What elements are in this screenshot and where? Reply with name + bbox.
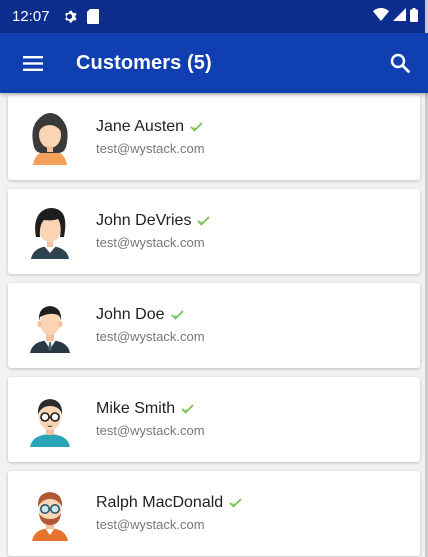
search-button[interactable] — [372, 33, 428, 93]
status-bar: 12:07 — [0, 0, 428, 33]
status-right-icons — [373, 7, 418, 26]
verified-check-icon — [197, 215, 211, 227]
customer-text: Jane Austen test@wystack.com — [96, 118, 205, 156]
signal-icon — [393, 8, 406, 25]
male-glasses-avatar — [30, 399, 70, 447]
wifi-icon — [373, 8, 389, 25]
menu-button[interactable] — [0, 33, 62, 93]
status-time: 12:07 — [12, 8, 50, 25]
customer-email: test@wystack.com — [96, 517, 205, 532]
battery-icon — [410, 7, 418, 26]
customer-text: Ralph MacDonald test@wystack.com — [96, 494, 243, 532]
gear-icon — [62, 9, 77, 24]
customer-card[interactable]: John DeVries test@wystack.com — [8, 189, 420, 274]
customer-name: Ralph MacDonald — [96, 494, 224, 511]
customer-email: test@wystack.com — [96, 423, 205, 438]
sd-card-icon — [86, 9, 99, 24]
customer-name: Mike Smith — [96, 400, 176, 417]
customer-text: John DeVries test@wystack.com — [96, 212, 211, 250]
menu-icon — [23, 55, 43, 71]
page-title: Customers (5) — [76, 51, 212, 74]
customer-card[interactable]: John Doe test@wystack.com — [8, 283, 420, 368]
customer-name: Jane Austen — [96, 118, 185, 135]
customer-email: test@wystack.com — [96, 329, 205, 344]
customer-email: test@wystack.com — [96, 235, 205, 250]
customer-text: John Doe test@wystack.com — [96, 306, 205, 344]
customer-card[interactable]: Mike Smith test@wystack.com — [8, 377, 420, 462]
app-bar: Customers (5) — [0, 33, 428, 93]
customer-card[interactable]: Ralph MacDonald test@wystack.com — [8, 471, 420, 556]
search-icon — [390, 53, 410, 73]
male-suit-avatar — [30, 306, 70, 353]
customer-text: Mike Smith test@wystack.com — [96, 400, 205, 438]
verified-check-icon — [170, 309, 185, 321]
verified-check-icon — [229, 497, 243, 509]
customer-list: Jane Austen test@wystack.com John DeVrie… — [0, 93, 428, 557]
female-bob-hair-avatar — [31, 208, 69, 259]
customer-name: John DeVries — [96, 212, 192, 229]
customer-email: test@wystack.com — [96, 141, 205, 156]
customer-name: John Doe — [96, 306, 165, 323]
verified-check-icon — [190, 121, 204, 133]
female-dark-hair-avatar — [32, 113, 68, 165]
verified-check-icon — [181, 403, 195, 415]
customer-card[interactable]: Jane Austen test@wystack.com — [8, 95, 420, 180]
male-glasses-beard-avatar — [32, 492, 68, 541]
